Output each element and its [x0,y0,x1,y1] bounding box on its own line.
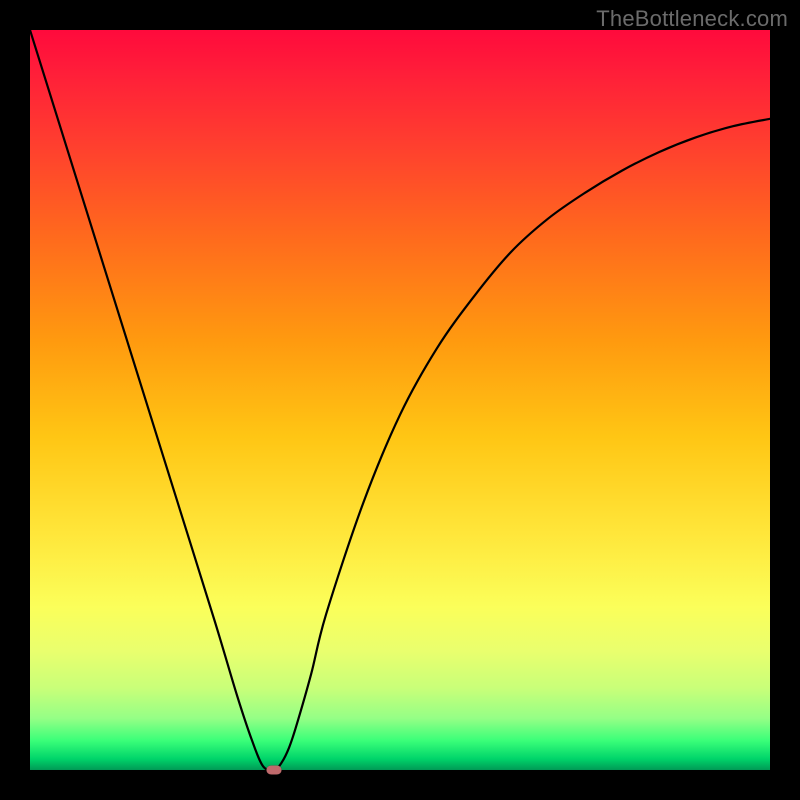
curve-svg [30,30,770,770]
plot-area [30,30,770,770]
minimum-marker [267,766,282,775]
watermark-text: TheBottleneck.com [596,6,788,32]
chart-frame: TheBottleneck.com [0,0,800,800]
bottleneck-curve-path [30,30,770,770]
